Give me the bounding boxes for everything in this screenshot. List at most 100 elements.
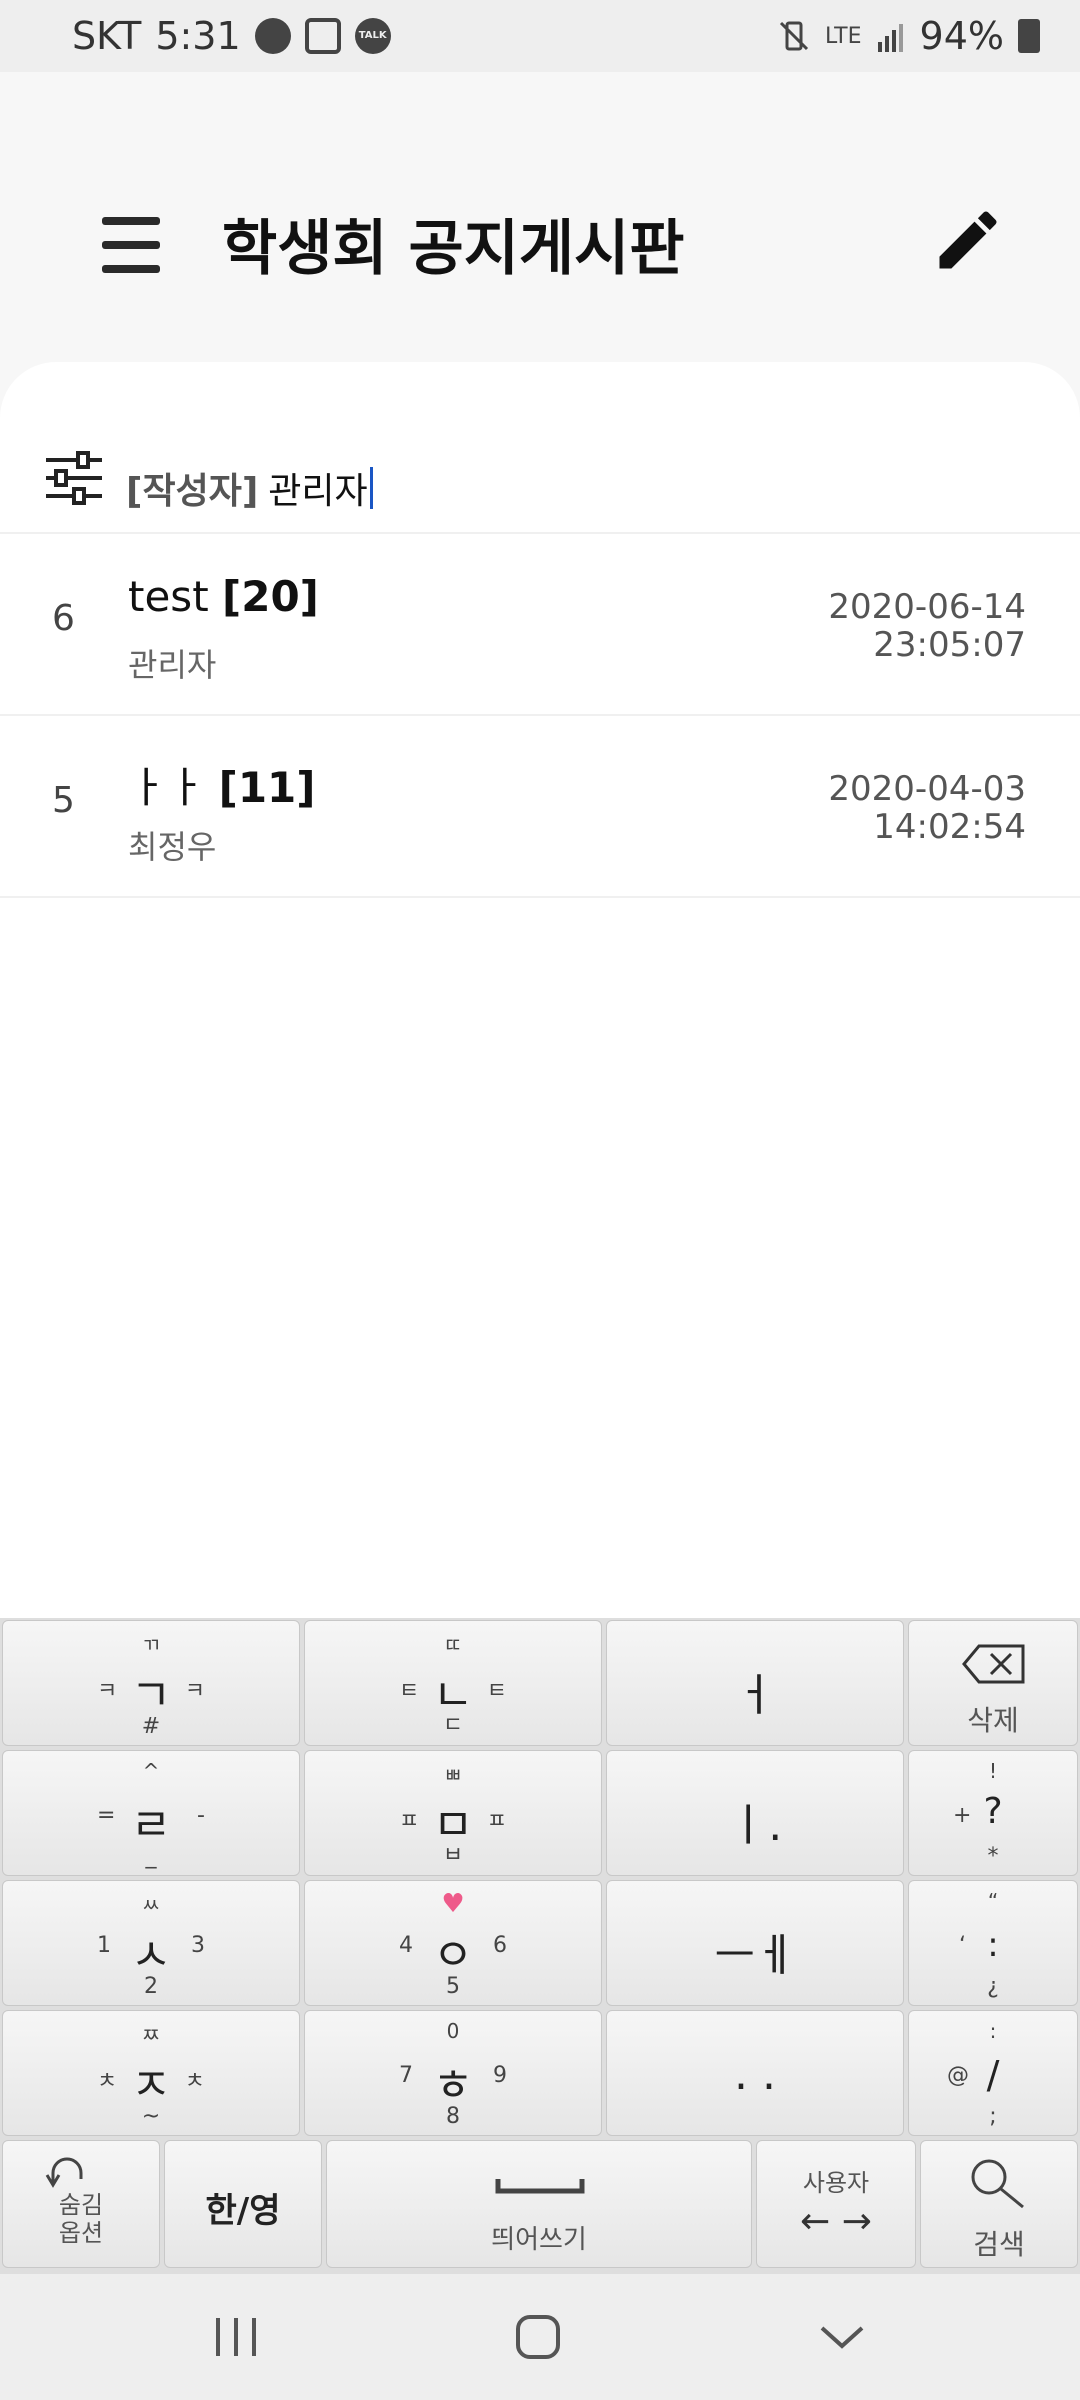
key-top-char: ㄸ — [443, 1633, 463, 1657]
search-filter-prefix: [작성자] — [126, 471, 259, 512]
key-right-char: ㅊ — [184, 2069, 205, 2094]
comment-count: [20] — [222, 572, 319, 621]
search-icon — [971, 2159, 1024, 2209]
post-number: 6 — [52, 598, 75, 639]
lte-icon: LTE — [824, 23, 862, 49]
key-right-char: 6 — [493, 1933, 507, 1958]
post-row[interactable]: 5 ㅏㅏ [11] 최정우 2020-04-03 14:02:54 — [0, 716, 1080, 898]
user-cursor-key[interactable]: 사용자 ← → — [756, 2140, 916, 2268]
key-nieun[interactable]: ㄸ ㅌ ㄴ ㅌ ㄷ — [304, 1620, 602, 1746]
delete-label: 삭제 — [967, 1704, 1019, 1737]
signal-icon — [877, 24, 903, 52]
hide-options-label: 숨김 옵션 — [3, 2191, 159, 2247]
menu-button[interactable] — [96, 217, 166, 273]
key-bottom-char: ~ — [141, 2104, 161, 2129]
key-top-char: ㅆ — [141, 1893, 161, 1917]
status-bar: SKT 5:31 TALK LTE 94% — [0, 0, 1080, 72]
clock: 5:31 — [155, 14, 241, 58]
text-caret — [369, 467, 373, 509]
filter-icon[interactable] — [44, 450, 104, 506]
key-bottom-char: ㅂ — [442, 1843, 464, 1868]
key-eo[interactable]: ㅓ — [606, 1620, 904, 1746]
key-rieul[interactable]: ^ = ㄹ - _ — [2, 1750, 300, 1876]
post-title-text: ㅏㅏ — [128, 763, 206, 812]
key-bottom-char: ¿ — [987, 1974, 999, 1999]
search-label: 검색 — [973, 2228, 1025, 2261]
key-punctuation-2[interactable]: “ ‘ : ¿ — [908, 1880, 1078, 2006]
key-top-char: ! — [988, 1759, 998, 1783]
key-hieut[interactable]: 0 7 ㅎ 9 8 — [304, 2010, 602, 2136]
key-giyeok[interactable]: ㄲ ㅋ ㄱ ㅋ # — [2, 1620, 300, 1746]
key-jieut[interactable]: ㅉ ㅊ ㅈ ㅊ ~ — [2, 2010, 300, 2136]
key-main-char: . . — [734, 2049, 776, 2100]
undo-arrow-icon — [45, 2157, 83, 2188]
space-icon — [495, 2179, 585, 2194]
gallery-icon — [304, 18, 341, 54]
options-label: 옵션 — [58, 2219, 104, 2247]
key-siot[interactable]: ㅆ 1 ㅅ 3 2 — [2, 1880, 300, 2006]
cursor-arrows: ← → — [800, 2201, 872, 2242]
key-top-char: 0 — [446, 2019, 460, 2043]
key-bottom-char: * — [987, 1844, 999, 1869]
language-toggle-key[interactable]: 한/영 — [164, 2140, 322, 2268]
page-title: 학생회 공지게시판 — [222, 214, 685, 284]
hide-label: 숨김 — [58, 2191, 104, 2219]
comment-count: [11] — [218, 763, 316, 812]
language-label: 한/영 — [205, 2191, 281, 2231]
home-icon[interactable] — [508, 2310, 568, 2364]
key-bottom-char: ㄷ — [442, 1713, 464, 1738]
kakaotalk-icon: TALK — [354, 18, 391, 54]
key-i[interactable]: ㅣ. — [606, 1750, 904, 1876]
key-main-char: ㅓ — [734, 1670, 776, 1721]
key-top-char: ㅉ — [141, 2023, 161, 2047]
post-datetime: 2020-06-14 23:05:07 — [828, 588, 1026, 664]
search-input[interactable]: [작성자] 관리자 — [126, 462, 373, 514]
key-right-char: 3 — [191, 1933, 205, 1958]
key-main-char: ? — [983, 1791, 1003, 1832]
space-key[interactable]: 띄어쓰기 — [326, 2140, 752, 2268]
post-title-text: test — [128, 572, 209, 621]
navigation-bar — [0, 2274, 1080, 2400]
battery-percent: 94% — [919, 14, 1004, 58]
post-author: 최정우 — [128, 828, 217, 866]
search-key[interactable]: 검색 — [920, 2140, 1078, 2268]
search-value: 관리자 — [268, 471, 368, 512]
key-top-char: ㄲ — [141, 1633, 161, 1657]
key-eu-e[interactable]: ㅡㅔ — [606, 1880, 904, 2006]
key-right-char: ㅍ — [486, 1809, 507, 1834]
search-row[interactable]: [작성자] 관리자 — [0, 422, 1080, 534]
key-dots[interactable]: . . — [606, 2010, 904, 2136]
key-bottom-char: _ — [145, 1844, 157, 1869]
key-ieung[interactable]: ♥ 4 ㅇ 6 5 — [304, 1880, 602, 2006]
key-top-char: ㅃ — [443, 1763, 463, 1787]
post-time: 23:05:07 — [873, 625, 1026, 665]
key-bottom-char: 8 — [446, 2104, 460, 2129]
app-bar: 학생회 공지게시판 — [0, 72, 1080, 362]
key-main-char: ㅣ. — [727, 1800, 783, 1851]
key-punctuation-1[interactable]: ! + ? * — [908, 1750, 1078, 1876]
recents-icon[interactable] — [206, 2310, 266, 2364]
post-row[interactable]: 6 test [20] 관리자 2020-06-14 23:05:07 — [0, 534, 1080, 716]
post-number: 5 — [52, 780, 75, 821]
delete-key[interactable]: 삭제 — [908, 1620, 1078, 1746]
vibrate-mute-icon — [779, 21, 809, 51]
hide-options-key[interactable]: 숨김 옵션 — [2, 2140, 160, 2268]
key-mieum[interactable]: ㅃ ㅍ ㅁ ㅍ ㅂ — [304, 1750, 602, 1876]
key-bottom-char: 2 — [144, 1974, 158, 1999]
bubble-icon — [254, 18, 291, 54]
battery-icon — [1018, 19, 1040, 53]
key-main-char: : — [987, 1925, 999, 1965]
back-icon[interactable] — [812, 2310, 872, 2364]
key-bottom-char: # — [141, 1714, 161, 1739]
key-top-char: ^ — [142, 1759, 160, 1783]
key-punctuation-3[interactable]: : @ / ; — [908, 2010, 1078, 2136]
carrier-label: SKT — [72, 14, 142, 58]
keyboard: ㄲ ㅋ ㄱ ㅋ # ㄸ ㅌ ㄴ ㅌ ㄷ ㅓ 삭제 ^ = ㄹ - _ ㅃ ㅍ ㅁ… — [0, 1618, 1080, 2274]
key-right-char: 9 — [493, 2063, 507, 2088]
backspace-icon — [962, 1644, 1025, 1684]
post-datetime: 2020-04-03 14:02:54 — [828, 770, 1026, 846]
edit-icon[interactable] — [930, 202, 1006, 278]
key-bottom-char: 5 — [446, 1974, 460, 1999]
key-bottom-char: ; — [989, 2104, 997, 2129]
key-right-char: - — [197, 1803, 205, 1828]
